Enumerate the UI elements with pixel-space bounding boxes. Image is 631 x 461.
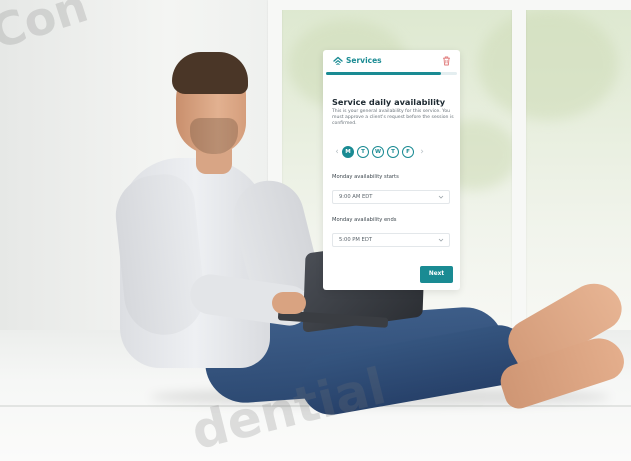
next-day-arrow[interactable]: › [417,145,427,159]
day-toggle-1[interactable]: T [357,146,369,158]
start-time-select[interactable]: 9:00 AM EDT [332,190,450,204]
progress-fill [326,72,442,75]
brand-name: Services [346,56,382,65]
chevron-down-icon [438,195,444,199]
availability-card: Services Service daily availability This… [323,50,460,290]
end-time-label: Monday availability ends [332,217,397,223]
start-time-label: Monday availability starts [332,174,399,180]
end-time-value: 5:00 PM EDT [339,237,372,243]
window-frame [512,0,526,330]
progress-bar [326,72,457,75]
person-hand [272,292,306,314]
day-selector: ‹ M T W T F › [332,145,456,159]
foliage-blur [478,10,618,120]
day-toggle-3[interactable]: T [387,146,399,158]
step-description: This is your general availability for th… [332,109,454,126]
next-button[interactable]: Next [420,266,453,283]
step-heading: Service daily availability [332,97,446,107]
card-header: Services [323,50,460,72]
chevron-down-icon [438,238,444,242]
person-hair [172,52,248,94]
start-time-value: 9:00 AM EDT [339,194,373,200]
prev-day-arrow[interactable]: ‹ [332,145,342,159]
end-time-select[interactable]: 5:00 PM EDT [332,233,450,247]
day-toggle-0[interactable]: M [342,146,354,158]
window-frame [278,0,631,10]
day-toggle-4[interactable]: F [402,146,414,158]
house-icon [333,56,343,65]
day-toggle-2[interactable]: W [372,146,384,158]
trash-icon[interactable] [442,56,451,66]
